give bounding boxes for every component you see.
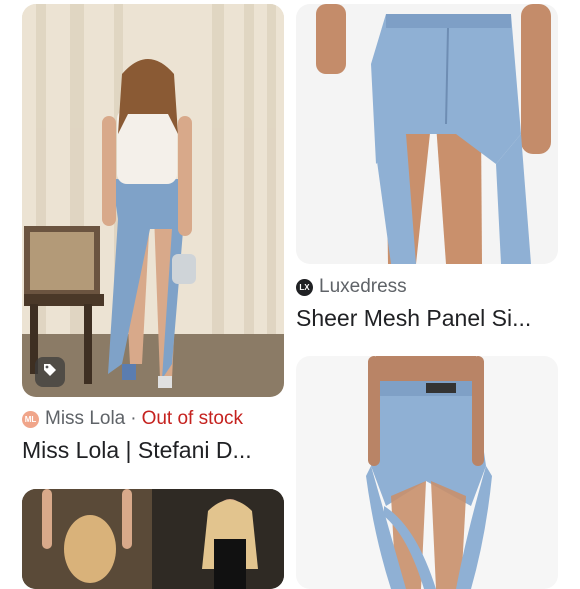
source-name: Luxedress (319, 276, 407, 297)
source-name: Miss Lola (45, 408, 126, 429)
product-image-miss-lola[interactable] (22, 4, 284, 397)
product-image-4[interactable] (296, 356, 558, 589)
product-image-3[interactable] (22, 489, 284, 589)
tag-icon (42, 362, 58, 383)
result-source[interactable]: ML Miss Lola · Out of stock (22, 408, 243, 430)
product-image-luxedress[interactable] (296, 4, 558, 264)
luxedress-logo-icon: LX (296, 278, 313, 296)
miss-lola-logo-icon: ML (22, 410, 39, 428)
source-separator: · (130, 408, 137, 429)
result-title[interactable]: Sheer Mesh Panel Si... (296, 305, 558, 332)
result-source[interactable]: LX Luxedress (296, 276, 407, 298)
stock-status: Out of stock (141, 408, 243, 429)
product-tag-badge (35, 357, 65, 387)
result-title[interactable]: Miss Lola | Stefani D... (22, 437, 284, 464)
